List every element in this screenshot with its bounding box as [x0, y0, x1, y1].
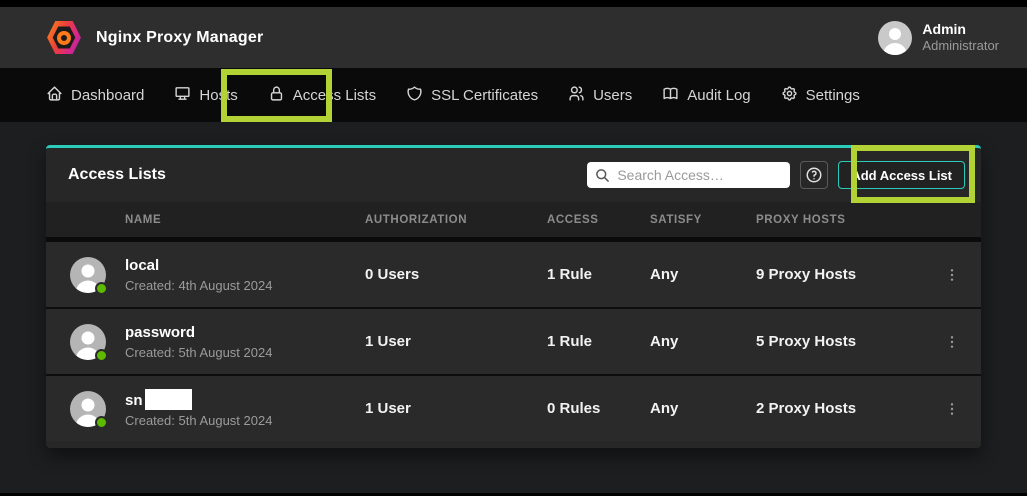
user-role: Administrator [922, 38, 999, 54]
add-access-list-button[interactable]: Add Access List [838, 161, 965, 189]
authorization-value: 1 User [365, 400, 547, 417]
access-list-created: Created: 5th August 2024 [125, 345, 365, 360]
access-list-created: Created: 5th August 2024 [125, 413, 365, 428]
nav-item-hosts[interactable]: Hosts [174, 85, 237, 106]
search-input[interactable] [617, 167, 782, 183]
nav-label: Users [593, 87, 632, 104]
access-value: 0 Rules [547, 400, 650, 417]
search-icon [595, 168, 610, 183]
page-title: Access Lists [68, 166, 166, 184]
help-circle-icon [805, 166, 823, 184]
satisfy-value: Any [650, 400, 756, 417]
lock-icon [268, 85, 285, 106]
card-header: Access Lists Add Access List [46, 148, 981, 202]
app-title: Nginx Proxy Manager [96, 29, 263, 47]
access-value: 1 Rule [547, 266, 650, 283]
proxy-hosts-value: 9 Proxy Hosts [756, 266, 944, 283]
table-row[interactable]: local Created: 4th August 2024 0 Users 1… [46, 242, 981, 307]
nav-item-audit-log[interactable]: Audit Log [662, 85, 750, 106]
table-row[interactable]: sn Created: 5th August 2024 1 User 0 Rul… [46, 376, 981, 441]
proxy-hosts-value: 2 Proxy Hosts [756, 400, 944, 417]
app-header: Nginx Proxy Manager Admin Administrator [0, 7, 1027, 68]
nav-label: Hosts [199, 87, 237, 104]
column-header-proxy-hosts: PROXY HOSTS [756, 214, 944, 226]
search-box [587, 162, 790, 188]
page-content: Access Lists Add Access List [0, 122, 1027, 496]
table-header-row: NAME AUTHORIZATION ACCESS SATISFY PROXY … [46, 202, 981, 237]
row-avatar [70, 324, 106, 360]
app-logo-icon [46, 20, 82, 56]
row-avatar [70, 391, 106, 427]
nav-label: Dashboard [71, 87, 144, 104]
monitor-icon [174, 85, 191, 106]
online-status-dot [95, 349, 108, 362]
access-list-created: Created: 4th August 2024 [125, 278, 365, 293]
nav-label: SSL Certificates [431, 87, 538, 104]
nav-label: Settings [806, 87, 860, 104]
authorization-value: 0 Users [365, 266, 547, 283]
logo-ring [57, 31, 71, 45]
column-header-satisfy: SATISFY [650, 214, 756, 226]
user-avatar [878, 21, 912, 55]
nav-item-settings[interactable]: Settings [781, 85, 860, 106]
authorization-value: 1 User [365, 333, 547, 350]
access-value: 1 Rule [547, 333, 650, 350]
gear-icon [781, 85, 798, 106]
column-header-access: ACCESS [547, 214, 650, 226]
book-icon [662, 85, 679, 106]
proxy-hosts-value: 5 Proxy Hosts [756, 333, 944, 350]
nav-label: Audit Log [687, 87, 750, 104]
shield-icon [406, 85, 423, 106]
main-nav: Dashboard Hosts Access Lists SSL Certifi… [0, 68, 1027, 122]
nav-item-dashboard[interactable]: Dashboard [46, 85, 144, 106]
online-status-dot [95, 416, 108, 429]
access-list-name: local [125, 256, 365, 276]
user-name: Admin [922, 21, 999, 39]
row-menu-kebab-icon[interactable] [944, 266, 960, 284]
access-list-name: password [125, 323, 365, 343]
column-header-authorization: AUTHORIZATION [365, 214, 547, 226]
nav-item-users[interactable]: Users [568, 85, 632, 106]
nav-item-access-lists[interactable]: Access Lists [268, 85, 376, 106]
header-user-menu[interactable]: Admin Administrator [878, 21, 999, 55]
table-row[interactable]: password Created: 5th August 2024 1 User… [46, 309, 981, 374]
redacted-name-box [145, 389, 192, 410]
access-list-name: sn [125, 389, 365, 411]
row-avatar [70, 257, 106, 293]
help-button[interactable] [800, 161, 828, 189]
satisfy-value: Any [650, 333, 756, 350]
online-status-dot [95, 282, 108, 295]
home-icon [46, 85, 63, 106]
access-lists-card: Access Lists Add Access List [46, 145, 981, 448]
nav-item-ssl-certificates[interactable]: SSL Certificates [406, 85, 538, 106]
users-icon [568, 85, 585, 106]
column-header-name: NAME [125, 214, 365, 226]
row-menu-kebab-icon[interactable] [944, 400, 960, 418]
satisfy-value: Any [650, 266, 756, 283]
window-top-edge [0, 0, 1027, 7]
row-menu-kebab-icon[interactable] [944, 333, 960, 351]
nav-label: Access Lists [293, 87, 376, 104]
